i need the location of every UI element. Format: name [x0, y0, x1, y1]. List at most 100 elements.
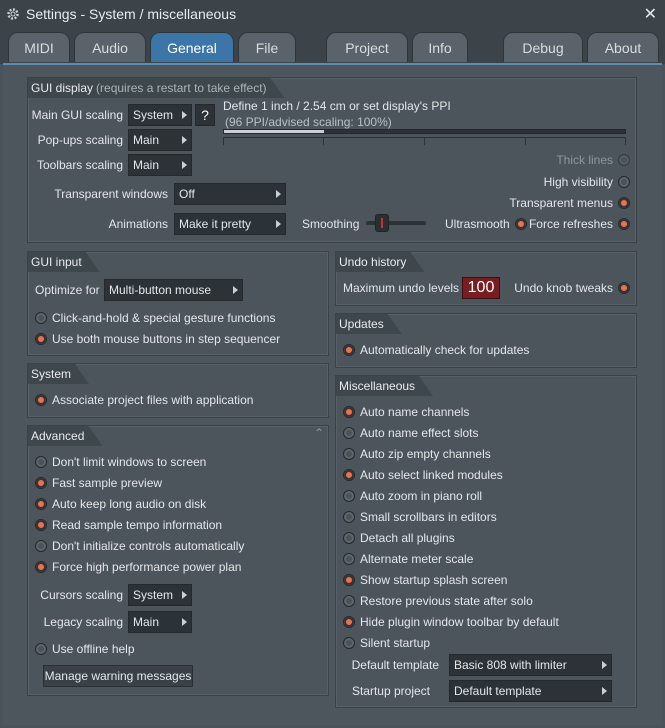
tab-debug[interactable]: Debug — [503, 32, 583, 62]
tab-about[interactable]: About — [587, 32, 659, 62]
radio-button[interactable] — [343, 427, 355, 439]
misc-option[interactable]: Auto zoom in piano roll — [343, 489, 482, 503]
advanced-option[interactable]: Force high performance power plan — [35, 560, 241, 574]
manage-warnings-button[interactable]: Manage warning messages — [43, 665, 193, 687]
smoothing-slider-handle[interactable] — [375, 214, 389, 232]
transparent-menus-option[interactable]: Transparent menus — [509, 196, 630, 210]
chevron-right-icon — [182, 618, 187, 626]
radio-button[interactable] — [35, 498, 47, 510]
radio-button[interactable] — [343, 595, 355, 607]
radio-undo-knob[interactable] — [618, 282, 630, 294]
radio-both-buttons[interactable] — [35, 333, 47, 345]
radio-transparent-menus[interactable] — [618, 197, 630, 209]
misc-option[interactable]: Alternate meter scale — [343, 552, 473, 566]
misc-option[interactable]: Auto zip empty channels — [343, 447, 491, 461]
default-template-dropdown[interactable]: Basic 808 with limiter — [449, 654, 612, 676]
tab-audio[interactable]: Audio — [74, 32, 146, 62]
radio-button[interactable] — [343, 637, 355, 649]
radio-button[interactable] — [35, 519, 47, 531]
chevron-right-icon — [182, 111, 187, 119]
misc-option[interactable]: Small scrollbars in editors — [343, 510, 497, 524]
popups-scaling-label: Pop-ups scaling — [37, 133, 123, 147]
tab-info[interactable]: Info — [412, 32, 468, 62]
radio-ultrasmooth[interactable] — [514, 218, 527, 230]
misc-option[interactable]: Show startup splash screen — [343, 573, 507, 587]
section-title: GUI display — [31, 81, 94, 95]
cursors-scaling-dropdown[interactable]: System — [128, 584, 192, 606]
radio-button[interactable] — [343, 511, 355, 523]
misc-option[interactable]: Auto name effect slots — [343, 426, 479, 440]
max-undo-input[interactable]: 100 — [462, 277, 500, 299]
advanced-option[interactable]: Fast sample preview — [35, 476, 162, 490]
ultrasmooth-option[interactable]: Ultrasmooth — [445, 217, 527, 231]
click-hold-option[interactable]: Click-and-hold & special gesture functio… — [35, 311, 275, 325]
help-button[interactable]: ? — [195, 104, 215, 126]
optimize-label: Optimize for — [35, 283, 100, 297]
radio-button[interactable] — [343, 448, 355, 460]
radio-button[interactable] — [343, 532, 355, 544]
radio-button[interactable] — [343, 490, 355, 502]
misc-option[interactable]: Hide plugin window toolbar by default — [343, 615, 559, 629]
both-buttons-option[interactable]: Use both mouse buttons in step sequencer — [35, 332, 280, 346]
ppi-slider[interactable] — [223, 129, 626, 134]
radio-button[interactable] — [343, 616, 355, 628]
radio-high-visibility[interactable] — [618, 176, 630, 188]
tab-file[interactable]: File — [238, 32, 296, 62]
transparent-windows-dropdown[interactable]: Off — [174, 183, 286, 205]
associate-option[interactable]: Associate project files with application — [35, 393, 253, 407]
radio-associate[interactable] — [35, 394, 47, 406]
animations-dropdown[interactable]: Make it pretty — [174, 213, 286, 235]
option-label: Click-and-hold & special gesture functio… — [52, 311, 276, 325]
tab-project[interactable]: Project — [326, 32, 408, 62]
radio-button[interactable] — [343, 469, 355, 481]
optimize-dropdown[interactable]: Multi-button mouse — [104, 279, 243, 301]
option-label: Undo knob tweaks — [514, 281, 613, 295]
radio-button[interactable] — [343, 553, 355, 565]
auto-check-option[interactable]: Automatically check for updates — [343, 343, 529, 357]
main-scaling-dropdown[interactable]: System — [128, 104, 192, 126]
section-header: GUI input — [28, 252, 100, 272]
option-label: Auto keep long audio on disk — [52, 497, 207, 511]
misc-option[interactable]: Restore previous state after solo — [343, 594, 533, 608]
advanced-option[interactable]: Don't limit windows to screen — [35, 455, 206, 469]
chevron-up-icon[interactable]: ⌃ — [314, 426, 324, 440]
option-label: Thick lines — [556, 153, 613, 167]
misc-option[interactable]: Auto name channels — [343, 405, 469, 419]
chevron-right-icon — [276, 190, 281, 198]
tab-general[interactable]: General — [150, 32, 234, 62]
section-header: Advanced — [28, 426, 102, 446]
high-visibility-option[interactable]: High visibility — [544, 175, 630, 189]
misc-option[interactable]: Detach all plugins — [343, 531, 455, 545]
option-label: Associate project files with application — [52, 393, 254, 407]
undo-knob-option[interactable]: Undo knob tweaks — [514, 281, 630, 295]
radio-button[interactable] — [343, 574, 355, 586]
legacy-scaling-label: Legacy scaling — [43, 615, 123, 629]
radio-button[interactable] — [35, 540, 47, 552]
popups-scaling-dropdown[interactable]: Main — [128, 129, 192, 151]
radio-force-refreshes[interactable] — [618, 218, 630, 230]
radio-button[interactable] — [35, 456, 47, 468]
transparent-windows-label: Transparent windows — [54, 187, 168, 201]
section-header: Undo history — [336, 252, 424, 272]
advanced-option[interactable]: Read sample tempo information — [35, 518, 222, 532]
close-icon[interactable]: ✕ — [644, 4, 657, 24]
radio-thick-lines[interactable] — [618, 154, 630, 166]
radio-auto-check[interactable] — [343, 344, 355, 356]
offline-help-option[interactable]: Use offline help — [35, 642, 135, 656]
tab-midi[interactable]: MIDI — [8, 32, 70, 62]
radio-offline-help[interactable] — [35, 643, 47, 655]
advanced-option[interactable]: Don't initialize controls automatically — [35, 539, 244, 553]
misc-option[interactable]: Auto select linked modules — [343, 468, 503, 482]
force-refreshes-option[interactable]: Force refreshes — [529, 217, 630, 231]
radio-button[interactable] — [35, 561, 47, 573]
radio-button[interactable] — [35, 477, 47, 489]
advanced-option[interactable]: Auto keep long audio on disk — [35, 497, 206, 511]
radio-click-hold[interactable] — [35, 312, 47, 324]
misc-option[interactable]: Silent startup — [343, 636, 430, 650]
legacy-scaling-dropdown[interactable]: Main — [128, 611, 192, 633]
toolbars-scaling-dropdown[interactable]: Main — [128, 154, 192, 176]
startup-project-dropdown[interactable]: Default template — [449, 680, 612, 702]
thick-lines-option[interactable]: Thick lines — [556, 153, 630, 167]
section-title: Undo history — [339, 255, 407, 269]
radio-button[interactable] — [343, 406, 355, 418]
